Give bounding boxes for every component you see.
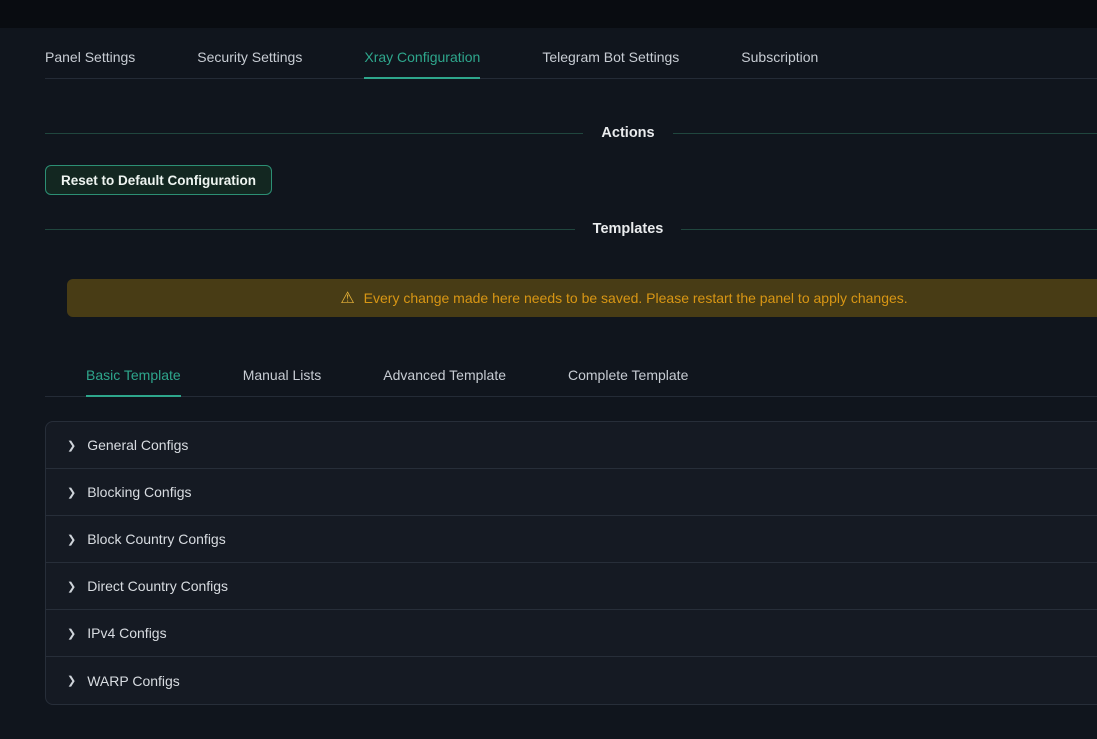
tab-panel-settings[interactable]: Panel Settings xyxy=(45,39,135,78)
collapse-general-configs[interactable]: General Configs xyxy=(46,422,1097,469)
settings-page: Panel Settings Security Settings Xray Co… xyxy=(45,39,1097,705)
collapse-header-label: General Configs xyxy=(87,437,188,453)
chevron-right-icon xyxy=(67,674,76,687)
collapse-ipv4-configs[interactable]: IPv4 Configs xyxy=(46,610,1097,657)
chevron-right-icon xyxy=(67,627,76,640)
collapse-header-label: WARP Configs xyxy=(87,673,180,689)
divider-line xyxy=(45,229,575,230)
tab-manual-lists[interactable]: Manual Lists xyxy=(243,357,322,396)
divider-line xyxy=(673,133,1097,134)
chevron-right-icon xyxy=(67,486,76,499)
actions-divider: Actions xyxy=(45,125,1097,141)
reset-default-configuration-button[interactable]: Reset to Default Configuration xyxy=(45,165,272,195)
restart-warning-text: Every change made here needs to be saved… xyxy=(364,290,908,306)
tab-advanced-template[interactable]: Advanced Template xyxy=(383,357,506,396)
top-bar xyxy=(0,0,1097,28)
templates-divider: Templates xyxy=(45,221,1097,237)
main-tab-bar: Panel Settings Security Settings Xray Co… xyxy=(45,39,1097,79)
chevron-right-icon xyxy=(67,439,76,452)
collapse-direct-country-configs[interactable]: Direct Country Configs xyxy=(46,563,1097,610)
configs-accordion: General Configs Blocking Configs Block C… xyxy=(45,421,1097,705)
chevron-right-icon xyxy=(67,533,76,546)
tab-security-settings[interactable]: Security Settings xyxy=(197,39,302,78)
chevron-right-icon xyxy=(67,580,76,593)
collapse-header-label: Blocking Configs xyxy=(87,484,191,500)
collapse-block-country-configs[interactable]: Block Country Configs xyxy=(46,516,1097,563)
collapse-blocking-configs[interactable]: Blocking Configs xyxy=(46,469,1097,516)
tab-xray-configuration[interactable]: Xray Configuration xyxy=(364,39,480,78)
collapse-header-label: Block Country Configs xyxy=(87,531,226,547)
tab-complete-template[interactable]: Complete Template xyxy=(568,357,688,396)
warning-icon xyxy=(340,288,354,308)
divider-line xyxy=(681,229,1097,230)
divider-line xyxy=(45,133,583,134)
template-tab-bar: Basic Template Manual Lists Advanced Tem… xyxy=(45,357,1097,397)
collapse-header-label: IPv4 Configs xyxy=(87,625,166,641)
tab-basic-template[interactable]: Basic Template xyxy=(86,357,181,396)
collapse-warp-configs[interactable]: WARP Configs xyxy=(46,657,1097,704)
restart-warning-alert: Every change made here needs to be saved… xyxy=(67,279,1097,317)
templates-divider-label: Templates xyxy=(575,221,682,237)
actions-divider-label: Actions xyxy=(583,125,672,141)
tab-telegram-bot-settings[interactable]: Telegram Bot Settings xyxy=(542,39,679,78)
collapse-header-label: Direct Country Configs xyxy=(87,578,228,594)
tab-subscription[interactable]: Subscription xyxy=(741,39,818,78)
